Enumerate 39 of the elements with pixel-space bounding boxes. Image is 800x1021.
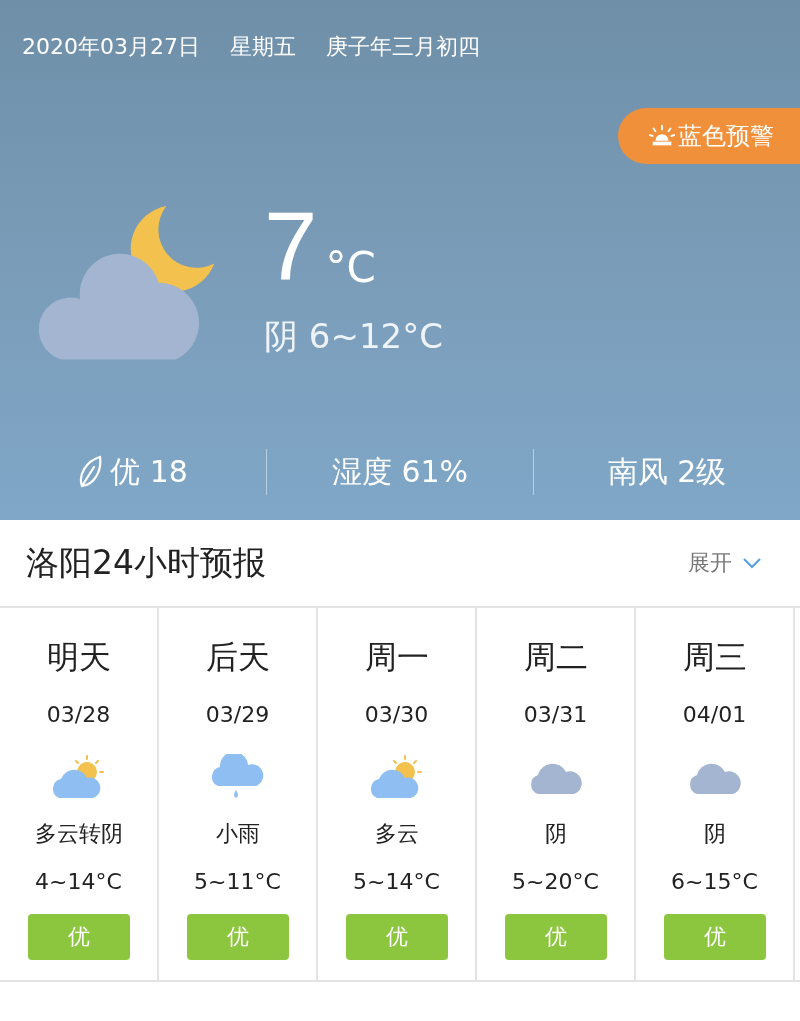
warning-badge[interactable]: 蓝色预警 (618, 108, 800, 164)
temperature-range: 5~14°C (353, 869, 440, 894)
temperature-range: 5~11°C (194, 869, 281, 894)
day-name: 周一 (364, 637, 429, 678)
day-name: 后天 (205, 637, 270, 678)
weather-description: 阴 (703, 820, 726, 848)
temperature-range: 5~20°C (512, 869, 599, 894)
weather-description: 小雨 (215, 820, 260, 848)
day-date: 03/30 (364, 702, 429, 727)
forecast-title: 洛阳24小时预报 (26, 541, 266, 584)
air-quality-badge: 优 (345, 914, 448, 960)
air-quality-badge: 优 (663, 914, 766, 960)
weather-description: 阴 (544, 820, 567, 848)
day-name: 周二 (523, 637, 588, 678)
day-date: 03/29 (205, 702, 270, 727)
day-date: 03/28 (46, 702, 111, 727)
stat-text: 优 18 (110, 452, 188, 491)
temperature-range: 4~14°C (35, 869, 122, 894)
weather-description: 多云 (374, 820, 419, 848)
expand-link[interactable]: 展开 (682, 547, 768, 579)
chevron-down-icon (742, 557, 762, 569)
temperature-unit: °C (325, 243, 376, 292)
temperature-range: 6~15°C (671, 869, 758, 894)
weather-description: 多云转阴 (34, 820, 123, 848)
day-date: 04/01 (682, 702, 747, 727)
stat-text: 湿度 61% (331, 452, 469, 491)
day-date: 03/31 (523, 702, 588, 727)
lunar-date-text: 庚子年三月初四 (326, 33, 480, 61)
leaf-icon (78, 455, 103, 489)
day-name: 明天 (46, 637, 111, 678)
current-temperature: 7 (264, 196, 318, 296)
air-quality-badge: 优 (186, 914, 289, 960)
day-name: 周三 (682, 637, 747, 678)
air-quality-badge: 优 (27, 914, 130, 960)
air-quality-badge: 优 (504, 914, 607, 960)
date-text: 2020年03月27日 (22, 33, 200, 61)
weekday-text: 星期五 (230, 33, 296, 61)
weather-summary: 阴 6~12°C (264, 315, 443, 358)
stat-text: 南风 2级 (607, 452, 727, 491)
